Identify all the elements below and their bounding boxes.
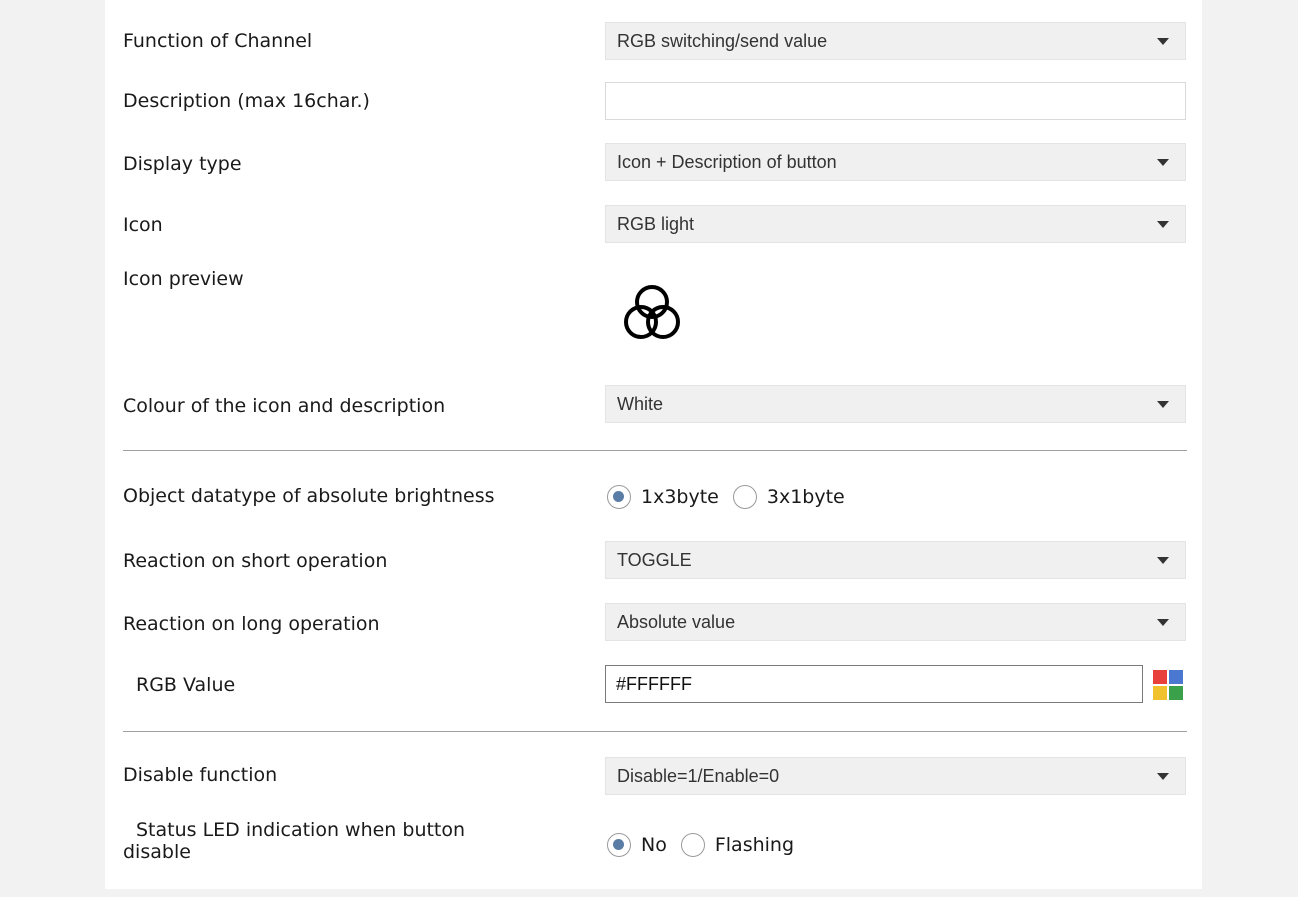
status-led-label-line2: disable — [123, 841, 191, 863]
reaction-long-dropdown[interactable]: Absolute value — [605, 603, 1186, 641]
colour-value: White — [617, 394, 664, 414]
description-input[interactable] — [605, 82, 1186, 120]
radio-no[interactable] — [607, 833, 631, 857]
disable-function-dropdown[interactable]: Disable=1/Enable=0 — [605, 757, 1186, 795]
status-led-label: Status LED indication when button disabl… — [123, 819, 563, 863]
icon-dropdown[interactable]: RGB light — [605, 205, 1186, 243]
icon-value: RGB light — [617, 214, 695, 234]
object-datatype-radio-group: 1x3byte 3x1byte — [607, 482, 859, 512]
chevron-down-icon — [1157, 773, 1169, 780]
radio-flashing[interactable] — [680, 833, 705, 857]
function-of-channel-label: Function of Channel — [123, 30, 313, 52]
reaction-long-label: Reaction on long operation — [123, 613, 380, 635]
rgb-value-input[interactable]: #FFFFFF — [605, 665, 1143, 703]
radio-no-label[interactable]: No — [641, 834, 667, 856]
rgb-light-icon — [624, 285, 680, 339]
colour-label: Colour of the icon and description — [123, 395, 446, 417]
radio-1x3byte[interactable] — [607, 485, 631, 509]
reaction-short-value: TOGGLE — [617, 550, 692, 570]
function-of-channel-value: RGB switching/send value — [617, 31, 828, 51]
disable-function-label: Disable function — [123, 764, 278, 786]
chevron-down-icon — [1157, 619, 1169, 626]
display-type-label: Display type — [123, 153, 242, 175]
radio-flashing-label[interactable]: Flashing — [715, 834, 794, 856]
color-palette-icon[interactable] — [1152, 669, 1184, 701]
chevron-down-icon — [1157, 401, 1169, 408]
radio-3x1byte-label[interactable]: 3x1byte — [767, 486, 845, 508]
parameter-panel: Function of Channel RGB switching/send v… — [105, 0, 1202, 889]
chevron-down-icon — [1157, 557, 1169, 564]
status-led-radio-group: No Flashing — [607, 830, 808, 860]
display-type-value: Icon + Description of button — [617, 152, 837, 172]
icon-label: Icon — [123, 214, 163, 236]
section-divider — [123, 450, 1187, 451]
chevron-down-icon — [1157, 159, 1169, 166]
reaction-short-dropdown[interactable]: TOGGLE — [605, 541, 1186, 579]
colour-dropdown[interactable]: White — [605, 385, 1186, 423]
status-led-label-line1: Status LED indication when button — [136, 819, 466, 841]
description-label: Description (max 16char.) — [123, 90, 370, 112]
chevron-down-icon — [1157, 38, 1169, 45]
object-datatype-label: Object datatype of absolute brightness — [123, 485, 495, 507]
icon-preview-label: Icon preview — [123, 268, 244, 290]
function-of-channel-dropdown[interactable]: RGB switching/send value — [605, 22, 1186, 60]
reaction-long-value: Absolute value — [617, 612, 736, 632]
disable-function-value: Disable=1/Enable=0 — [617, 766, 780, 786]
radio-1x3byte-label[interactable]: 1x3byte — [641, 486, 719, 508]
display-type-dropdown[interactable]: Icon + Description of button — [605, 143, 1186, 181]
reaction-short-label: Reaction on short operation — [123, 550, 388, 572]
section-divider — [123, 731, 1187, 732]
rgb-value-label: RGB Value — [136, 674, 236, 696]
chevron-down-icon — [1157, 221, 1169, 228]
radio-3x1byte[interactable] — [732, 485, 757, 509]
